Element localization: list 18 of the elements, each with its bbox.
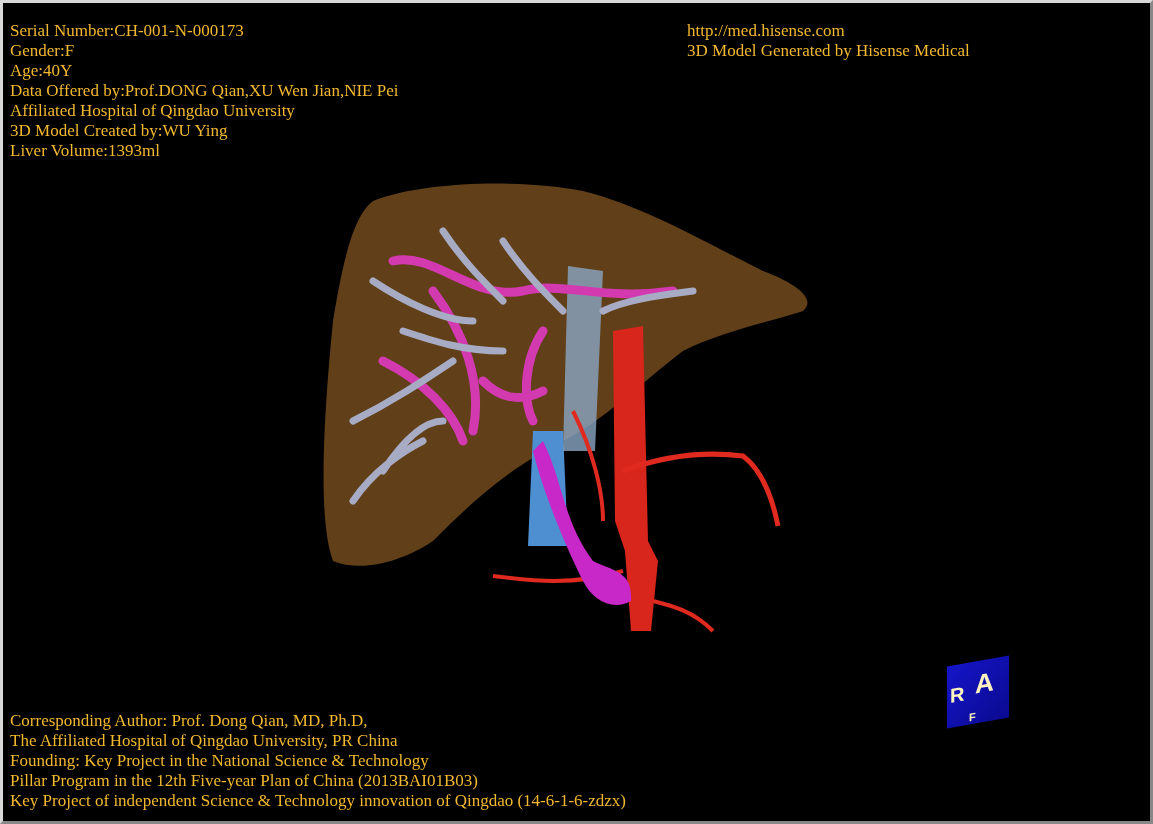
info-text: Gender:F — [10, 41, 75, 61]
cube-letter: F — [969, 711, 976, 724]
info-text: Affiliated Hospital of Qingdao University — [10, 101, 295, 121]
info-text: Age:40Y — [10, 61, 73, 81]
credit-text: The Affiliated Hospital of Qingdao University, PR China — [10, 731, 398, 751]
info-text: Liver Volume:1393ml — [10, 141, 160, 161]
info-text: 3D Model Generated by Hisense Medical — [687, 41, 970, 61]
info-text: http://med.hisense.com — [687, 21, 845, 41]
credit-text: Key Project of independent Science & Technology innovation of Qingdao (14-6-1-6-zdzx) — [10, 791, 626, 811]
cube-letter: A — [975, 668, 994, 698]
info-text: 3D Model Created by:WU Ying — [10, 121, 228, 141]
credit-text: Founding: Key Project in the National Science & Technology — [10, 751, 429, 771]
info-text: Data Offered by:Prof.DONG Qian,XU Wen Jian,NIE Pei — [10, 81, 399, 101]
cube-letter: R — [950, 683, 965, 706]
credit-text: Pillar Program in the 12th Five-year Plan of China (2013BAI01B03) — [10, 771, 478, 791]
info-text: Serial Number:CH-001-N-000173 — [10, 21, 244, 41]
orientation-cube[interactable]: R A F — [947, 655, 1009, 729]
credit-text: Corresponding Author: Prof. Dong Qian, MD, Ph.D, — [10, 711, 368, 731]
